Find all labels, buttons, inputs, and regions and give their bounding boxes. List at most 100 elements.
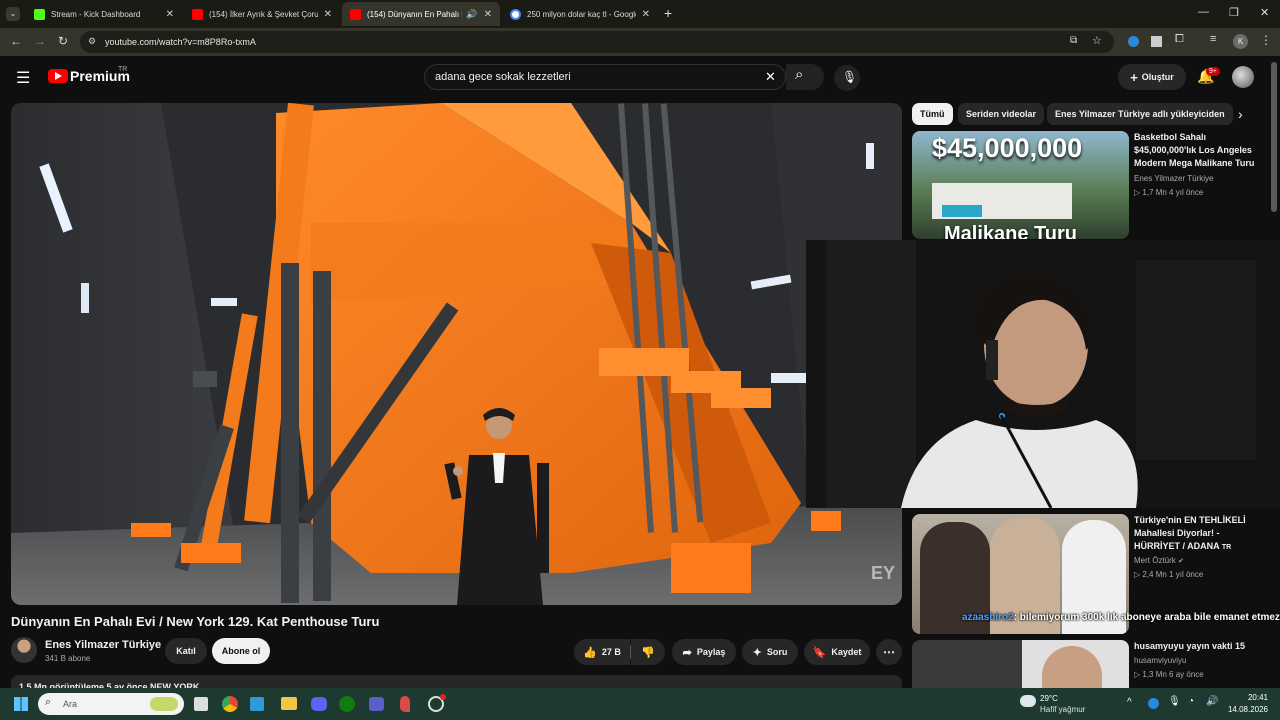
speaker-icon[interactable]: 🔊 bbox=[466, 9, 477, 20]
search-input[interactable]: adana gece sokak lezzetleri ✕ bbox=[424, 64, 786, 90]
maps-icon[interactable] bbox=[400, 696, 410, 712]
tab-title: (154) Dünyanın En Pahalı Ev bbox=[367, 9, 463, 19]
pool-image bbox=[942, 205, 982, 217]
weather-cloud-icon[interactable] bbox=[1020, 695, 1036, 707]
media-control-icon[interactable]: ≡ bbox=[1210, 33, 1216, 45]
address-toolbar: ← → ↻ ⚙ youtube.com/watch?v=m8P8Ro-txmA … bbox=[0, 28, 1280, 56]
bookmark-star-icon[interactable]: ☆ bbox=[1092, 34, 1102, 47]
recommendation-title[interactable]: Türkiye'nin EN TEHLİKELİ Mahallesi Diyor… bbox=[1134, 514, 1246, 554]
cast-icon[interactable]: ⧉ bbox=[1070, 35, 1077, 46]
app-taskbar-icon[interactable] bbox=[250, 697, 264, 711]
microphone-icon[interactable]: 🎙 bbox=[1168, 696, 1181, 707]
share-label: Paylaş bbox=[696, 647, 726, 657]
title-line: Türkiye'nin EN TEHLİKELİ bbox=[1134, 515, 1246, 525]
join-button[interactable]: Katıl bbox=[165, 638, 207, 664]
profile-avatar[interactable]: K bbox=[1233, 34, 1248, 49]
thumbnail-subtitle-text: Malikane Turu bbox=[944, 223, 1077, 239]
omnibox[interactable]: ⚙ youtube.com/watch?v=m8P8Ro-txmA ⧉ ☆ bbox=[80, 31, 1114, 53]
recording-dot-icon bbox=[440, 694, 446, 700]
title-line: Modern Mega Malikane Turu bbox=[1134, 158, 1255, 168]
clear-search-icon[interactable]: ✕ bbox=[765, 69, 776, 85]
new-tab-icon[interactable]: + bbox=[664, 5, 672, 21]
google-icon bbox=[510, 8, 521, 20]
windows-start-icon[interactable] bbox=[14, 697, 28, 711]
share-button[interactable]: ➦ Paylaş bbox=[672, 639, 736, 665]
tab-youtube-1[interactable]: (154) İlker Ayrık & Şevket Çoruh ✕ bbox=[184, 2, 340, 26]
dislike-button[interactable]: 👎 bbox=[631, 639, 665, 665]
chevron-right-icon[interactable]: › bbox=[1238, 106, 1243, 122]
weather-desc[interactable]: Hafif yağmur bbox=[1040, 705, 1085, 714]
close-tab-icon[interactable]: ✕ bbox=[642, 9, 650, 20]
forward-icon[interactable]: → bbox=[34, 34, 46, 48]
recommendation-channel[interactable]: Mert Öztürk ✔ bbox=[1134, 556, 1184, 565]
taskbar-search-box[interactable]: ⌕ Ara bbox=[38, 693, 184, 715]
video-player[interactable]: EY bbox=[11, 103, 902, 605]
tab-kick-dashboard[interactable]: Stream - Kick Dashboard ✕ bbox=[26, 2, 182, 26]
file-explorer-icon[interactable] bbox=[281, 697, 297, 710]
save-button[interactable]: 🔖 Kaydet bbox=[804, 639, 870, 665]
more-actions-button[interactable]: ⋯ bbox=[876, 639, 902, 665]
clock-date[interactable]: 14.08.2026 bbox=[1226, 705, 1268, 714]
account-avatar[interactable] bbox=[1232, 66, 1254, 88]
minimize-icon[interactable]: — bbox=[1198, 6, 1209, 18]
chip-all[interactable]: Tümü bbox=[912, 103, 953, 125]
chrome-taskbar-icon[interactable] bbox=[222, 696, 238, 712]
create-button[interactable]: + Oluştur bbox=[1118, 64, 1186, 90]
task-view-icon[interactable] bbox=[194, 697, 208, 711]
title-line: Mahallesi Diyorlar! - bbox=[1134, 528, 1220, 538]
close-tab-icon[interactable]: ✕ bbox=[484, 9, 492, 20]
extension-icon[interactable] bbox=[1151, 36, 1162, 47]
recommendation-channel[interactable]: husamviyuviyu bbox=[1134, 656, 1186, 665]
search-query[interactable]: adana gece sokak lezzetleri bbox=[435, 71, 571, 83]
hamburger-menu-icon[interactable]: ☰ bbox=[16, 68, 30, 88]
browser-menu-icon[interactable]: ⋮ bbox=[1260, 33, 1272, 47]
recommendation-title[interactable]: Basketbol Sahalı $45,000,000'lık Los Ang… bbox=[1134, 131, 1254, 170]
channel-name[interactable]: Enes Yilmazer Türkiye bbox=[45, 639, 161, 651]
close-window-icon[interactable]: ✕ bbox=[1260, 6, 1269, 19]
site-info-icon[interactable]: ⚙ bbox=[88, 36, 96, 47]
clock-time[interactable]: 20:41 bbox=[1240, 693, 1268, 702]
chip-uploader[interactable]: Enes Yilmazer Türkiye adlı yükleyiciden bbox=[1047, 103, 1233, 125]
like-count: 27 B bbox=[601, 647, 621, 657]
reload-icon[interactable]: ↻ bbox=[58, 34, 68, 48]
back-icon[interactable]: ← bbox=[10, 34, 22, 48]
extension-icon[interactable] bbox=[1128, 36, 1139, 47]
tab-search-dropdown-icon[interactable]: ⌄ bbox=[6, 7, 20, 21]
close-tab-icon[interactable]: ✕ bbox=[324, 9, 332, 20]
tab-youtube-active[interactable]: (154) Dünyanın En Pahalı Ev 🔊 ✕ bbox=[342, 2, 500, 26]
plus-icon: + bbox=[1130, 69, 1138, 85]
create-label: Oluştur bbox=[1141, 72, 1174, 82]
page-scrollbar[interactable] bbox=[1271, 62, 1277, 212]
youtube-logo-icon[interactable] bbox=[48, 69, 68, 83]
volume-icon[interactable]: 🔊 bbox=[1206, 696, 1218, 707]
taskbar-search-placeholder: Ara bbox=[63, 699, 78, 709]
like-button[interactable]: 👍 27 B bbox=[574, 639, 630, 665]
recommendation-channel[interactable]: Enes Yilmazer Türkiye bbox=[1134, 174, 1213, 183]
ask-button[interactable]: ✦ Soru bbox=[742, 639, 798, 665]
wifi-icon[interactable]: ◔ bbox=[1188, 696, 1194, 707]
discord-icon[interactable] bbox=[311, 697, 327, 711]
restore-icon[interactable]: ❐ bbox=[1229, 6, 1239, 19]
close-tab-icon[interactable]: ✕ bbox=[166, 9, 174, 20]
voice-search-button[interactable]: 🎙 bbox=[834, 65, 860, 91]
webcam-overlay bbox=[806, 240, 1280, 508]
subscribe-button[interactable]: Abone ol bbox=[212, 638, 270, 664]
search-button[interactable]: ⌕ bbox=[786, 64, 824, 90]
recommendation-thumbnail[interactable] bbox=[912, 640, 1129, 688]
chip-series[interactable]: Seriden videolar bbox=[958, 103, 1045, 125]
recommendation-thumbnail[interactable]: $45,000,000 Malikane Turu bbox=[912, 131, 1129, 239]
puzzle-icon[interactable]: ⧠ bbox=[1175, 33, 1184, 46]
youtube-icon bbox=[350, 8, 361, 20]
url-text[interactable]: youtube.com/watch?v=m8P8Ro-txmA bbox=[105, 37, 256, 47]
thumbnail-price-text: $45,000,000 bbox=[932, 133, 1083, 163]
recommendation-title[interactable]: husamyuyu yayın vakti 15 bbox=[1134, 640, 1245, 653]
recommendation-stats: ▷ 1,3 Mn 6 ay önce bbox=[1134, 670, 1204, 679]
channel-avatar[interactable] bbox=[11, 637, 37, 663]
teams-icon[interactable] bbox=[369, 697, 384, 711]
xbox-icon[interactable] bbox=[339, 696, 355, 712]
ask-label: Soru bbox=[766, 647, 788, 657]
tray-chevron-icon[interactable]: ^ bbox=[1127, 697, 1132, 708]
tray-app-icon[interactable] bbox=[1148, 698, 1159, 709]
weather-temp[interactable]: 29°C bbox=[1040, 694, 1058, 703]
tab-google[interactable]: 250 milyon dolar kaç tl - Google ✕ bbox=[502, 2, 658, 26]
